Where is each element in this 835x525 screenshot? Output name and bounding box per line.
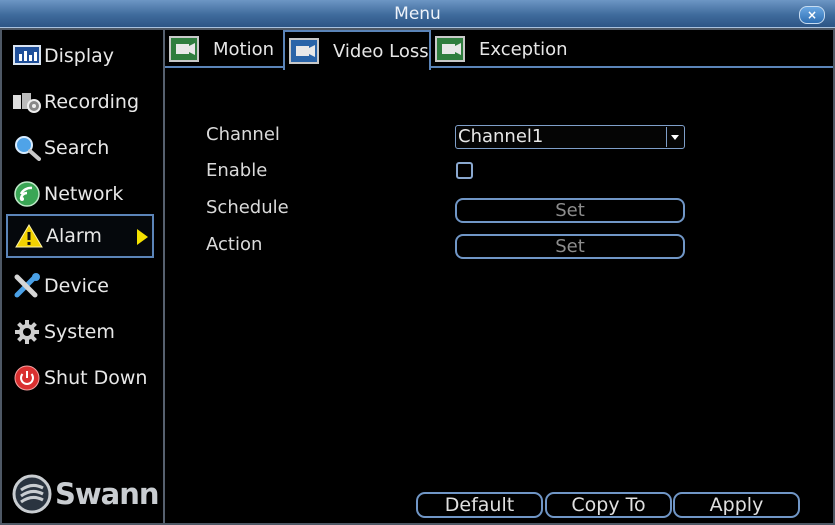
tab-exception[interactable]: Exception xyxy=(431,30,571,68)
schedule-set-button[interactable]: Set xyxy=(455,198,685,223)
warning-icon xyxy=(14,223,44,249)
search-icon xyxy=(12,135,42,161)
channel-select-value: Channel1 xyxy=(458,126,544,147)
sidebar-item-recording[interactable]: Recording xyxy=(6,80,154,124)
tab-video-loss[interactable]: Video Loss xyxy=(283,30,431,70)
display-icon xyxy=(12,43,42,69)
sidebar-item-display[interactable]: Display xyxy=(6,34,154,78)
enable-checkbox[interactable] xyxy=(456,162,473,179)
sidebar-item-system[interactable]: System xyxy=(6,310,154,354)
sidebar-item-shut-down[interactable]: Shut Down xyxy=(6,356,154,400)
active-arrow-icon xyxy=(137,229,148,245)
sidebar-item-label: Shut Down xyxy=(44,367,148,389)
sidebar: Display Recording Search Network Alarm D… xyxy=(2,30,165,523)
sidebar-item-label: Alarm xyxy=(46,225,102,247)
swann-logo: Swann xyxy=(12,474,160,514)
copy-to-button[interactable]: Copy To xyxy=(545,492,672,518)
video-loss-camera-icon xyxy=(289,38,319,64)
sidebar-item-search[interactable]: Search xyxy=(6,126,154,170)
default-button[interactable]: Default xyxy=(416,492,543,518)
action-set-button[interactable]: Set xyxy=(455,234,685,259)
swann-logo-icon xyxy=(12,474,52,514)
tab-label: Video Loss xyxy=(333,40,429,62)
network-icon xyxy=(12,181,42,207)
schedule-label: Schedule xyxy=(206,197,289,218)
power-icon xyxy=(12,365,42,391)
enable-label: Enable xyxy=(206,160,268,181)
sidebar-item-network[interactable]: Network xyxy=(6,172,154,216)
sidebar-item-label: Search xyxy=(44,137,110,159)
title-bar: Menu × xyxy=(0,0,835,28)
channel-label: Channel xyxy=(206,124,280,145)
tab-bar: Motion Video Loss Exception xyxy=(165,30,833,70)
chevron-down-icon[interactable] xyxy=(666,127,683,147)
tab-label: Exception xyxy=(479,38,568,60)
channel-select[interactable]: Channel1 xyxy=(455,125,685,149)
motion-camera-icon xyxy=(169,36,199,62)
recording-icon xyxy=(12,89,42,115)
logo-text: Swann xyxy=(55,477,160,511)
exception-camera-icon xyxy=(435,36,465,62)
window-title: Menu xyxy=(394,4,441,24)
sidebar-item-label: Recording xyxy=(44,91,140,113)
apply-button[interactable]: Apply xyxy=(673,492,800,518)
device-tools-icon xyxy=(12,273,42,299)
sidebar-item-alarm[interactable]: Alarm xyxy=(6,214,154,258)
sidebar-item-label: Display xyxy=(44,45,115,67)
action-label: Action xyxy=(206,234,263,255)
tab-label: Motion xyxy=(213,38,275,60)
sidebar-item-label: System xyxy=(44,321,115,343)
sidebar-item-label: Device xyxy=(44,275,109,297)
close-button[interactable]: × xyxy=(799,6,825,24)
gear-icon xyxy=(12,319,42,345)
sidebar-item-device[interactable]: Device xyxy=(6,264,154,308)
tab-motion[interactable]: Motion xyxy=(165,30,283,68)
sidebar-item-label: Network xyxy=(44,183,124,205)
